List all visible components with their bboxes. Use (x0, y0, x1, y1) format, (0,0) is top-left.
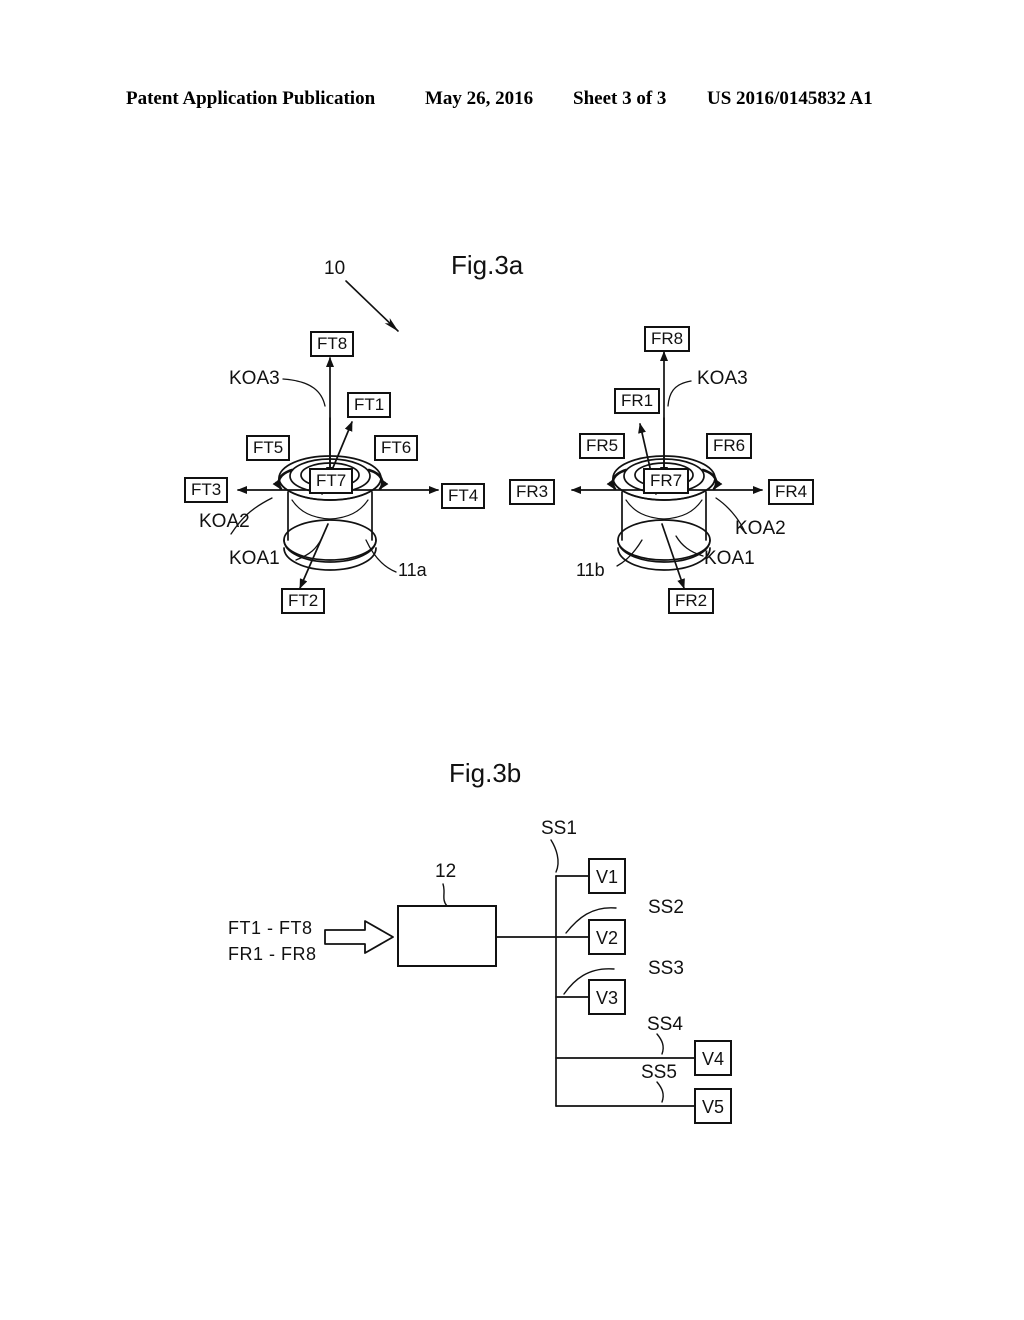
axis-koa2-right-label: KOA2 (735, 518, 786, 539)
consumer-v4-box[interactable]: V4 (694, 1040, 732, 1076)
signal-ss2-label: SS2 (648, 897, 684, 918)
ref-11b-label: 11b (576, 560, 605, 580)
axis-koa3-left-label: KOA3 (229, 368, 280, 389)
tag-fr2: FR2 (668, 588, 715, 614)
leader-koa3-left (282, 378, 326, 407)
signal-ss3-label: SS3 (648, 958, 684, 979)
leader-koa1-right (675, 535, 704, 557)
header-patent-number: US 2016/0145832 A1 (707, 88, 873, 109)
leader-koa3-right (667, 380, 692, 407)
leader-ref-10 (345, 280, 399, 332)
tag-fr6: FR6 (706, 433, 753, 459)
tag-ft6: FT6 (374, 435, 419, 461)
tag-ft3: FT3 (184, 477, 229, 503)
ref-12-label: 12 (435, 861, 457, 882)
figure-stage (0, 0, 1024, 1320)
arrow-ft6-left (367, 468, 389, 491)
page-header: Patent Application Publication May 26, 2… (0, 88, 1024, 116)
tag-fr8: FR8 (644, 326, 691, 352)
drawing-canvas (230, 280, 763, 1107)
tag-ft7: FT7 (309, 468, 354, 494)
tag-fr1: FR1 (614, 388, 661, 414)
tag-ft1: FT1 (347, 392, 392, 418)
control-unit-12-block[interactable] (397, 905, 497, 967)
tag-fr5: FR5 (579, 433, 626, 459)
header-date-label: May 26, 2016 (425, 88, 534, 109)
tag-fr7: FR7 (643, 468, 690, 494)
input-signals-ft-label: FT1 - FT8 (228, 918, 313, 938)
arrow-ft5-left (272, 468, 294, 491)
signal-ss1-label: SS1 (541, 818, 577, 839)
axis-koa1-right-label: KOA1 (704, 548, 755, 569)
tag-ft8: FT8 (310, 331, 355, 357)
leader-ref-11b (616, 539, 643, 567)
leader-ss1 (550, 839, 559, 873)
consumer-v1-box[interactable]: V1 (588, 858, 626, 894)
leader-ref-11a (365, 539, 397, 573)
header-sheet-label: Sheet 3 of 3 (573, 88, 667, 109)
input-signals-fr-label: FR1 - FR8 (228, 944, 317, 964)
input-block-arrow (324, 920, 394, 954)
fig-3b-title: Fig.3b (449, 758, 522, 788)
arrow-fr2-right (661, 523, 685, 589)
arrow-ft2-left (299, 523, 329, 589)
axis-koa3-right-label: KOA3 (697, 368, 748, 389)
leader-ref-12 (442, 883, 448, 907)
arrow-fr5-right (606, 468, 628, 491)
ref-10-label: 10 (324, 258, 346, 279)
tag-fr4: FR4 (768, 479, 815, 505)
consumer-v2-box[interactable]: V2 (588, 919, 626, 955)
fig-3a-title: Fig.3a (451, 250, 524, 280)
tag-ft2: FT2 (281, 588, 326, 614)
signal-ss5-label: SS5 (641, 1062, 677, 1083)
leader-ss4 (656, 1033, 664, 1055)
tag-ft5: FT5 (246, 435, 291, 461)
signal-ss4-label: SS4 (647, 1014, 683, 1035)
leader-koa1-left (295, 537, 323, 561)
tag-ft4: FT4 (441, 483, 486, 509)
header-publication-label: Patent Application Publication (126, 88, 376, 109)
consumer-v3-box[interactable]: V3 (588, 979, 626, 1015)
tag-fr3: FR3 (509, 479, 556, 505)
consumer-v5-box[interactable]: V5 (694, 1088, 732, 1124)
axis-koa2-left-label: KOA2 (199, 511, 250, 532)
arrow-fr6-right (701, 468, 723, 491)
axis-koa1-left-label: KOA1 (229, 548, 280, 569)
leader-ss5 (656, 1081, 664, 1103)
ref-11a-label: 11a (398, 560, 427, 580)
